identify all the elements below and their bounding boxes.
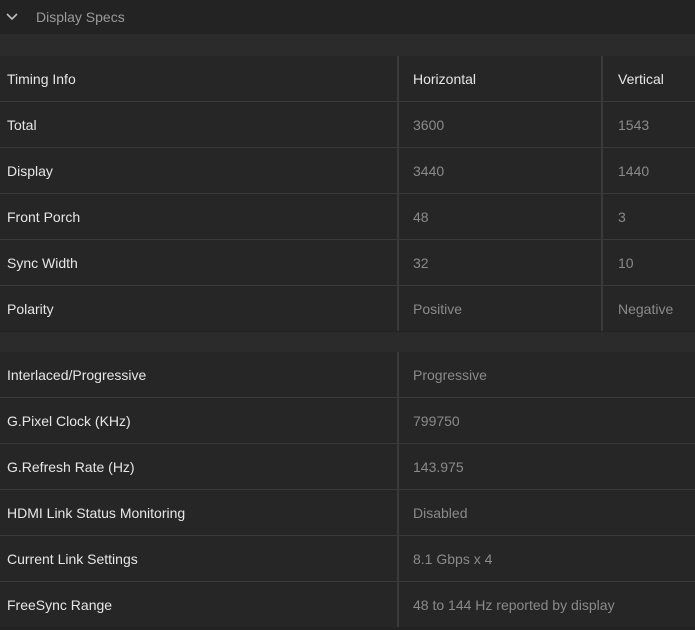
vertical-value: 1543: [603, 102, 695, 147]
horizontal-value: Positive: [399, 286, 601, 331]
table-row: Polarity Positive Negative: [0, 286, 695, 331]
table-row: G.Refresh Rate (Hz) 143.975: [0, 444, 695, 489]
section-title: Display Specs: [36, 9, 125, 25]
row-label: Sync Width: [0, 240, 397, 285]
row-value: 143.975: [399, 444, 695, 489]
horizontal-value: 3440: [399, 148, 601, 193]
row-label: Display: [0, 148, 397, 193]
chevron-down-icon[interactable]: [5, 10, 19, 24]
horizontal-value: 3600: [399, 102, 601, 147]
vertical-value: Negative: [603, 286, 695, 331]
row-label: Current Link Settings: [0, 536, 397, 581]
vertical-value: 10: [603, 240, 695, 285]
row-value: 8.1 Gbps x 4: [399, 536, 695, 581]
vertical-value: 1440: [603, 148, 695, 193]
row-value: 799750: [399, 398, 695, 443]
horizontal-value: 32: [399, 240, 601, 285]
row-label: Front Porch: [0, 194, 397, 239]
column-header-vertical: Vertical: [603, 56, 695, 101]
row-label: HDMI Link Status Monitoring: [0, 490, 397, 535]
display-specs-table: Interlaced/Progressive Progressive G.Pix…: [0, 352, 695, 627]
vertical-value: 3: [603, 194, 695, 239]
column-header-horizontal: Horizontal: [399, 56, 601, 101]
row-value: 48 to 144 Hz reported by display: [399, 582, 695, 627]
row-label: Total: [0, 102, 397, 147]
row-value: Progressive: [399, 352, 695, 397]
table-row: FreeSync Range 48 to 144 Hz reported by …: [0, 582, 695, 627]
table-row: Sync Width 32 10: [0, 240, 695, 285]
table-row: Display 3440 1440: [0, 148, 695, 193]
row-label: G.Refresh Rate (Hz): [0, 444, 397, 489]
horizontal-value: 48: [399, 194, 601, 239]
table-row: HDMI Link Status Monitoring Disabled: [0, 490, 695, 535]
row-label: FreeSync Range: [0, 582, 397, 627]
display-specs-header[interactable]: Display Specs: [0, 0, 695, 34]
table-row: Current Link Settings 8.1 Gbps x 4: [0, 536, 695, 581]
table-header-row: Timing Info Horizontal Vertical: [0, 56, 695, 101]
timing-info-table: Timing Info Horizontal Vertical Total 36…: [0, 56, 695, 331]
column-header-timing-info: Timing Info: [0, 56, 397, 101]
row-label: Polarity: [0, 286, 397, 331]
table-row: Interlaced/Progressive Progressive: [0, 352, 695, 397]
row-label: Interlaced/Progressive: [0, 352, 397, 397]
table-row: Front Porch 48 3: [0, 194, 695, 239]
row-value: Disabled: [399, 490, 695, 535]
table-row: Total 3600 1543: [0, 102, 695, 147]
table-row: G.Pixel Clock (KHz) 799750: [0, 398, 695, 443]
table-spacer: [0, 332, 695, 352]
section-spacer: [0, 34, 695, 56]
row-label: G.Pixel Clock (KHz): [0, 398, 397, 443]
